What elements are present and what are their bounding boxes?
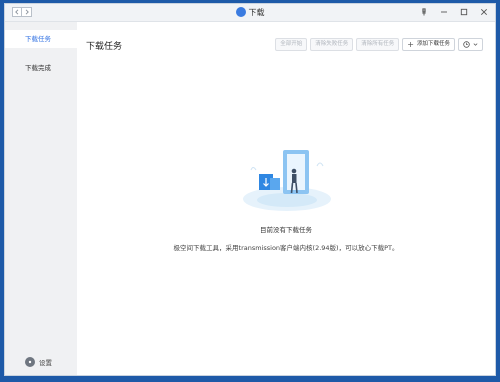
main-content: 下载任务 全部开始 清除失败任务 清除所有任务 + 添加下载任务 目前没有下载任… bbox=[77, 22, 495, 375]
close-button[interactable] bbox=[479, 7, 489, 17]
start-all-button[interactable]: 全部开始 bbox=[275, 38, 308, 51]
app-window: 下载 下载任务 下载完成 设置 下载任务 全部开始 清除失败任务 清除所有任务 … bbox=[4, 3, 496, 376]
sidebar-item-download-tasks[interactable]: 下载任务 bbox=[5, 30, 77, 48]
plus-icon: + bbox=[407, 39, 414, 49]
settings-button[interactable]: 设置 bbox=[25, 357, 52, 367]
page-title: 下载任务 bbox=[86, 42, 123, 52]
window-controls bbox=[419, 7, 489, 17]
window-title: 下载 bbox=[248, 8, 265, 17]
empty-state-title: 目前没有下载任务 bbox=[260, 226, 312, 234]
minimize-icon bbox=[441, 11, 447, 13]
sidebar: 下载任务 下载完成 设置 bbox=[5, 22, 77, 375]
add-task-label: 添加下载任务 bbox=[416, 41, 450, 47]
clear-failed-button[interactable]: 清除失败任务 bbox=[310, 38, 354, 51]
maximize-icon bbox=[460, 8, 468, 16]
sidebar-item-downloaded[interactable]: 下载完成 bbox=[5, 59, 77, 77]
clear-all-label: 清除所有任务 bbox=[361, 41, 395, 47]
sidebar-item-label: 下载任务 bbox=[25, 35, 51, 43]
start-all-label: 全部开始 bbox=[280, 41, 303, 47]
clear-failed-label: 清除失败任务 bbox=[315, 41, 349, 47]
chevron-down-icon bbox=[473, 43, 478, 46]
gear-icon bbox=[25, 357, 35, 367]
toolbar: 全部开始 清除失败任务 清除所有任务 + 添加下载任务 bbox=[275, 38, 483, 51]
empty-state-illustration bbox=[243, 150, 331, 211]
close-icon bbox=[480, 8, 488, 16]
pin-icon bbox=[422, 8, 426, 16]
title-bar: 下载 bbox=[5, 4, 495, 22]
download-app-icon bbox=[235, 6, 246, 17]
clear-all-button[interactable]: 清除所有任务 bbox=[356, 38, 400, 51]
settings-label: 设置 bbox=[39, 359, 52, 367]
empty-state-description: 极空间下载工具，采用transmission客户端内核(2.94版)，可以放心下… bbox=[173, 244, 399, 252]
sidebar-item-label: 下载完成 bbox=[25, 64, 51, 72]
add-task-button[interactable]: + 添加下载任务 bbox=[402, 38, 455, 51]
clock-icon bbox=[463, 41, 470, 48]
maximize-button[interactable] bbox=[459, 7, 469, 17]
schedule-dropdown-button[interactable] bbox=[458, 38, 483, 51]
minimize-button[interactable] bbox=[439, 7, 449, 17]
pin-button[interactable] bbox=[419, 7, 429, 17]
